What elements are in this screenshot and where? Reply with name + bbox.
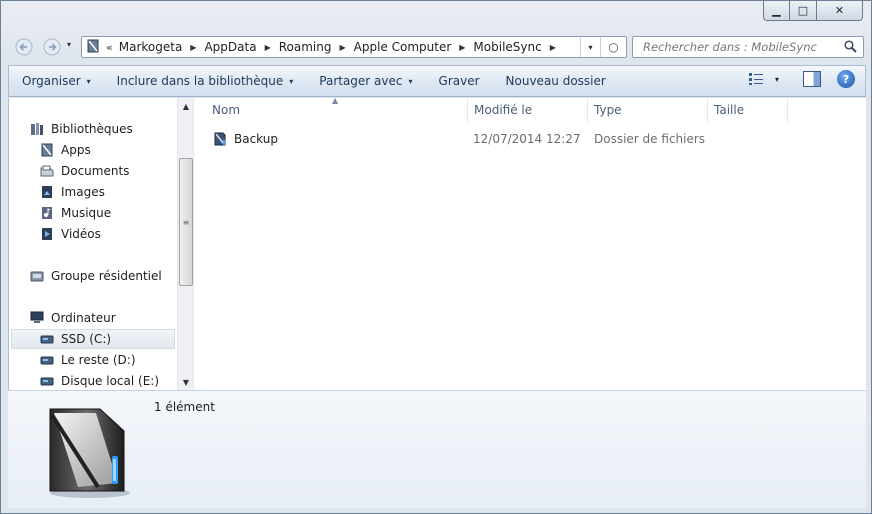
videos-icon (39, 227, 55, 241)
minimize-button[interactable]: ▁ (763, 1, 790, 21)
navigation-bar: ▾ « Markogeta ▶ AppData ▶ Roaming ▶ Appl… (1, 31, 871, 63)
organize-button[interactable]: Organiser ▾ (9, 68, 104, 94)
sidebar-item-drive-d[interactable]: Le reste (D:) (39, 350, 136, 370)
scroll-up-arrow[interactable]: ▲ (178, 98, 194, 114)
burn-label: Graver (438, 74, 480, 88)
documents-icon (39, 164, 55, 178)
address-dropdown[interactable]: ▾ (580, 37, 600, 57)
sidebar-item-label: Disque local (E:) (61, 374, 160, 388)
libraries-icon (29, 122, 45, 136)
forward-arrow-icon[interactable] (41, 37, 63, 57)
sidebar-item-label: Bibliothèques (51, 122, 133, 136)
homegroup-icon (29, 269, 45, 283)
close-button[interactable]: ✕ (817, 1, 863, 21)
drive-icon (39, 332, 55, 346)
recent-pages-dropdown[interactable]: ▾ (67, 40, 71, 49)
breadcrumb-separator[interactable]: ▶ (459, 43, 465, 52)
include-library-label: Inclure dans la bibliothèque (116, 74, 284, 88)
search-box[interactable] (632, 36, 864, 58)
sidebar-item-drive-e[interactable]: Disque local (E:) (39, 371, 159, 391)
breadcrumb-appdata[interactable]: AppData (204, 40, 256, 54)
scroll-thumb[interactable]: ≡ (179, 158, 193, 286)
chevron-down-icon: ▾ (408, 76, 413, 86)
breadcrumb-separator[interactable]: ▶ (550, 43, 556, 52)
images-icon (39, 185, 55, 199)
toolbar-right-group: ▾ ? (747, 70, 855, 88)
sidebar-item-homegroup[interactable]: Groupe résidentiel (29, 266, 162, 286)
maximize-button[interactable]: □ (790, 1, 817, 21)
share-with-button[interactable]: Partager avec ▾ (306, 68, 425, 94)
sidebar-item-label: Musique (61, 206, 112, 220)
sidebar-item-documents[interactable]: Documents (39, 161, 129, 181)
apps-library-icon (39, 143, 55, 157)
new-folder-label: Nouveau dossier (505, 74, 606, 88)
music-icon (39, 206, 55, 220)
breadcrumb-separator[interactable]: ▶ (190, 43, 196, 52)
refresh-icon[interactable]: ○ (600, 37, 626, 57)
file-list: ▲ Nom Modifié le Type Taille Backup 12/0… (193, 96, 866, 390)
sidebar-item-label: Groupe résidentiel (51, 269, 162, 283)
sidebar-item-label: SSD (C:) (61, 332, 112, 346)
computer-icon (29, 311, 45, 325)
sidebar-item-videos[interactable]: Vidéos (39, 224, 101, 244)
search-input[interactable] (641, 39, 841, 55)
share-with-label: Partager avec (319, 74, 403, 88)
organize-label: Organiser (22, 74, 81, 88)
details-pane: 1 élément (8, 390, 866, 508)
folder-preview-icon (38, 401, 138, 501)
view-options-icon[interactable] (747, 70, 765, 88)
sidebar-item-label: Documents (61, 164, 130, 178)
table-row[interactable]: Backup 12/07/2014 12:27 Dossier de fichi… (206, 128, 806, 150)
sidebar-item-libraries[interactable]: Bibliothèques (29, 119, 133, 139)
preview-pane-icon[interactable] (803, 71, 821, 87)
navigation-pane: Bibliothèques Apps Documents Images Musi… (8, 98, 193, 391)
address-bar[interactable]: « Markogeta ▶ AppData ▶ Roaming ▶ Apple … (81, 36, 627, 58)
command-bar: Organiser ▾ Inclure dans la bibliothèque… (8, 65, 866, 97)
sidebar-item-label: Vidéos (61, 227, 101, 241)
breadcrumb-markogeta[interactable]: Markogeta (119, 40, 183, 54)
file-name-cell[interactable]: Backup (212, 128, 278, 150)
sidebar-item-music[interactable]: Musique (39, 203, 111, 223)
view-options-dropdown[interactable]: ▾ (775, 75, 779, 84)
search-icon[interactable] (844, 40, 857, 56)
breadcrumb-mobilesync[interactable]: MobileSync (473, 40, 541, 54)
new-folder-button[interactable]: Nouveau dossier (493, 68, 619, 94)
file-name: Backup (234, 132, 278, 146)
file-type-cell: Dossier de fichiers (594, 132, 706, 146)
sidebar-item-label: Images (61, 185, 105, 199)
help-icon[interactable]: ? (837, 70, 855, 88)
breadcrumb-roaming[interactable]: Roaming (279, 40, 332, 54)
column-header-modified[interactable]: Modifié le (468, 98, 588, 122)
drive-icon (39, 353, 55, 367)
file-modified-cell: 12/07/2014 12:27 (473, 132, 581, 146)
overflow-chevron[interactable]: « (106, 41, 113, 54)
breadcrumb-separator[interactable]: ▶ (265, 43, 271, 52)
back-arrow-icon[interactable] (13, 37, 35, 57)
sidebar-item-ssd-c[interactable]: SSD (C:) (11, 329, 175, 349)
item-count: 1 élément (154, 400, 215, 414)
window-controls: ▁ □ ✕ (763, 1, 863, 21)
sidebar-item-label: Le reste (D:) (61, 353, 136, 367)
sidebar-item-label: Apps (61, 143, 91, 157)
column-header-type[interactable]: Type (588, 98, 708, 122)
explorer-window: ▁ □ ✕ ▾ « Markogeta ▶ AppData ▶ Roaming … (0, 0, 872, 514)
column-header-size[interactable]: Taille (708, 98, 788, 122)
sidebar-item-computer[interactable]: Ordinateur (29, 308, 116, 328)
sidebar-item-apps[interactable]: Apps (39, 140, 91, 160)
include-library-button[interactable]: Inclure dans la bibliothèque ▾ (104, 68, 307, 94)
chevron-down-icon: ▾ (86, 76, 91, 86)
breadcrumb-apple-computer[interactable]: Apple Computer (354, 40, 452, 54)
folder-location-icon (84, 39, 102, 56)
chevron-down-icon: ▾ (289, 76, 294, 86)
nav-scrollbar[interactable]: ▲ ≡ ▼ (177, 98, 193, 390)
drive-icon (39, 374, 55, 388)
backup-folder-icon (212, 131, 228, 147)
column-header-name[interactable]: Nom (206, 98, 468, 122)
breadcrumb-separator[interactable]: ▶ (339, 43, 345, 52)
sidebar-item-label: Ordinateur (51, 311, 116, 325)
sidebar-item-images[interactable]: Images (39, 182, 105, 202)
scroll-down-arrow[interactable]: ▼ (178, 374, 194, 390)
burn-button[interactable]: Graver (426, 68, 493, 94)
